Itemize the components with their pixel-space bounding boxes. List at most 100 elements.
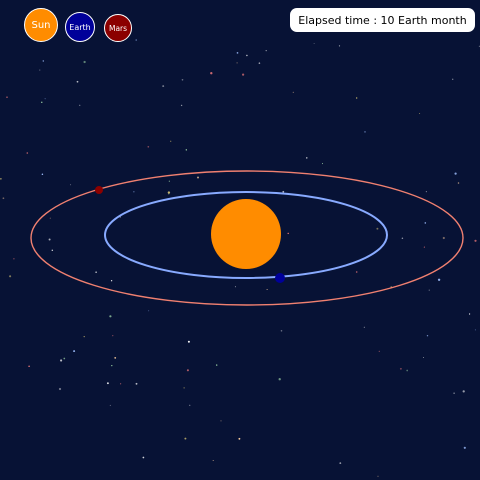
star	[474, 239, 477, 242]
star	[41, 101, 43, 104]
star	[109, 404, 111, 406]
star	[185, 149, 187, 151]
star	[462, 390, 465, 393]
star	[170, 140, 172, 142]
star	[265, 49, 267, 52]
star	[212, 459, 214, 462]
star	[83, 60, 86, 64]
star	[246, 54, 248, 57]
star	[278, 378, 281, 381]
star	[148, 310, 150, 312]
star	[135, 39, 137, 41]
star	[49, 217, 51, 219]
star	[321, 163, 324, 165]
star	[266, 289, 268, 290]
star	[133, 191, 135, 193]
star	[258, 62, 261, 64]
earth-planet[interactable]	[275, 273, 285, 283]
star	[63, 357, 66, 360]
star	[442, 236, 445, 240]
star	[401, 237, 404, 240]
star	[236, 52, 239, 54]
star	[419, 113, 421, 114]
star	[28, 365, 30, 368]
star	[425, 191, 427, 193]
star	[474, 329, 476, 331]
star	[114, 356, 117, 359]
star	[60, 359, 63, 362]
star	[9, 275, 12, 278]
star	[189, 404, 191, 406]
star	[120, 383, 122, 385]
star	[234, 286, 236, 288]
star	[2, 197, 5, 200]
star	[6, 96, 8, 98]
star	[210, 72, 213, 75]
star	[426, 335, 429, 337]
star	[306, 157, 308, 159]
star	[238, 437, 241, 440]
star	[135, 382, 138, 385]
star	[423, 357, 425, 359]
star	[378, 350, 380, 353]
legend-mars-label: Mars	[108, 23, 128, 33]
star	[452, 78, 454, 80]
star	[51, 249, 54, 252]
star	[168, 180, 170, 182]
star	[42, 60, 45, 62]
star	[184, 437, 187, 440]
star	[377, 475, 379, 477]
star	[292, 91, 294, 93]
star	[111, 364, 113, 367]
star	[313, 42, 315, 44]
star	[428, 289, 430, 291]
star	[147, 145, 150, 148]
star	[406, 369, 409, 372]
star	[463, 446, 466, 449]
star	[181, 78, 184, 81]
star	[183, 387, 185, 389]
star	[220, 420, 222, 422]
star	[356, 97, 358, 99]
star	[142, 456, 145, 459]
star	[187, 340, 190, 343]
star	[287, 232, 289, 235]
star	[95, 271, 97, 273]
star	[196, 176, 200, 179]
star	[167, 191, 171, 194]
mars-planet[interactable]	[95, 186, 103, 194]
star	[364, 131, 366, 133]
star	[363, 326, 365, 328]
star	[44, 98, 46, 100]
legend-sun-button[interactable]: Sun	[24, 8, 58, 42]
star	[236, 62, 238, 64]
star	[339, 462, 342, 464]
star	[73, 350, 76, 353]
elapsed-time-box: Elapsed time : 10 Earth month	[290, 8, 475, 32]
star	[106, 382, 109, 385]
solar-system-scene	[0, 39, 480, 477]
sun[interactable]	[211, 199, 281, 269]
legend-earth-label: Earth	[69, 22, 91, 32]
star	[58, 387, 62, 391]
legend-sun-label: Sun	[31, 19, 51, 31]
star	[110, 280, 113, 282]
star	[162, 85, 165, 88]
star	[186, 369, 189, 372]
star	[280, 330, 283, 332]
star	[338, 45, 341, 47]
star	[454, 172, 457, 175]
legend-earth-button[interactable]: Earth	[65, 12, 95, 42]
elapsed-time-text: Elapsed time : 10 Earth month	[298, 13, 467, 27]
star	[457, 182, 460, 184]
star	[423, 246, 425, 248]
legend-mars-button[interactable]: Mars	[104, 14, 132, 42]
star	[83, 335, 85, 338]
star	[180, 104, 183, 107]
star	[437, 278, 441, 281]
star	[469, 313, 471, 315]
star	[26, 152, 29, 154]
star	[79, 104, 81, 106]
star	[453, 392, 455, 394]
star	[0, 178, 2, 180]
